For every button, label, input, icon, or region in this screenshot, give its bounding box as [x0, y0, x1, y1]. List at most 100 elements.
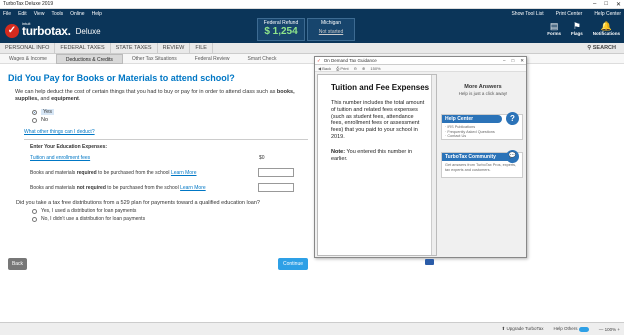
- menu-view[interactable]: View: [34, 11, 45, 17]
- help-center-card[interactable]: Help Center ? · IRS Publications · Frequ…: [441, 112, 523, 140]
- maximize-button[interactable]: □: [604, 1, 608, 8]
- tab-state-taxes[interactable]: STATE TAXES: [111, 42, 158, 54]
- tuition-row: Tuition and enrollment fees $0: [30, 152, 314, 165]
- tab-federal-taxes[interactable]: FEDERAL TAXES: [55, 42, 111, 54]
- minimize-button[interactable]: –: [593, 1, 596, 8]
- edition-name: Deluxe: [75, 27, 101, 36]
- radio-529-yes-button[interactable]: [32, 208, 37, 214]
- chat-bubble-icon: 💬: [506, 150, 519, 163]
- guidance-scrollbar[interactable]: [431, 75, 436, 255]
- learn-more-link-1[interactable]: Learn More: [171, 170, 197, 176]
- app-header: intuit ✓ turbotax. Deluxe Federal Refund…: [0, 18, 624, 43]
- show-tool-list-button[interactable]: Show Tool List: [511, 11, 543, 17]
- forms-icon: ▤: [549, 21, 559, 31]
- radio-529-no-button[interactable]: [32, 216, 37, 222]
- turbotax-logo: intuit ✓ turbotax. Deluxe: [5, 21, 101, 38]
- federal-refund-value: $ 1,254: [264, 26, 298, 37]
- printer-icon: ⎙: [336, 65, 340, 71]
- help-center-card-title: Help Center: [442, 115, 502, 123]
- tuition-value: $0: [259, 155, 265, 161]
- guidance-body: This number includes the total amount of…: [331, 100, 425, 140]
- radio-yes-label: Yes: [41, 109, 54, 115]
- guidance-note: Note: You entered this number in earlier…: [331, 148, 413, 162]
- community-card-text: Get answers from TurboTax Pros, experts,…: [445, 163, 517, 172]
- menu-tools[interactable]: Tools: [51, 11, 63, 17]
- books-not-required-label: Books and materials not required to be p…: [30, 185, 206, 191]
- tab-file[interactable]: FILE: [190, 42, 213, 54]
- guidance-title: On Demand Tax Guidance: [323, 58, 377, 63]
- back-button[interactable]: Back: [8, 258, 27, 270]
- guidance-toolbar: ◀ Back ⎙ Print ⊖ ⊕ 150%: [315, 65, 526, 72]
- forms-button[interactable]: ▤ Forms: [547, 21, 561, 36]
- menu-edit[interactable]: Edit: [18, 11, 27, 17]
- refund-meters: Federal Refund $ 1,254 Michigan Not star…: [257, 18, 355, 41]
- main-nav-tabs: PERSONAL INFO FEDERAL TAXES STATE TAXES …: [0, 42, 624, 54]
- guidance-back-button[interactable]: ◀ Back: [318, 66, 331, 71]
- intro-text: We can help deduct the cost of certain t…: [15, 89, 295, 102]
- tuition-link[interactable]: Tuition and enrollment fees: [30, 155, 90, 161]
- bell-icon: 🔔: [600, 21, 612, 31]
- radio-529-yes-label: Yes, I used a distribution for loan paym…: [41, 208, 137, 214]
- help-others-button[interactable]: Help Others: [554, 326, 589, 332]
- guidance-print-button[interactable]: ⎙ Print: [336, 66, 349, 71]
- subtab-deductions-credits[interactable]: Deductions & Credits: [55, 53, 123, 64]
- guidance-app-icon: ✓: [317, 57, 321, 63]
- books-required-label: Books and materials required to be purch…: [30, 170, 197, 176]
- guidance-title-bar: ✓ On Demand Tax Guidance – □ ✕: [315, 57, 526, 65]
- window-title-bar: TurboTax Deluxe 2019 – □ ✕: [0, 0, 624, 9]
- status-bar: ⬆ Upgrade TurboTax Help Others — 100% +: [0, 322, 624, 335]
- books-not-required-input[interactable]: [258, 183, 294, 192]
- zoom-in-icon[interactable]: ⊕: [362, 66, 365, 71]
- tab-personal-info[interactable]: PERSONAL INFO: [0, 42, 56, 54]
- tax-guidance-window: ✓ On Demand Tax Guidance – □ ✕ ◀ Back ⎙ …: [314, 56, 527, 265]
- divider: [24, 139, 308, 140]
- federal-refund-label: Federal Refund: [263, 20, 299, 26]
- flag-icon: ⚑: [572, 21, 581, 31]
- menu-file[interactable]: File: [3, 11, 11, 17]
- zoom-out-icon[interactable]: ⊖: [354, 66, 357, 71]
- radio-no-button[interactable]: [32, 117, 37, 123]
- help-center-menu-button[interactable]: Help Center: [594, 11, 621, 17]
- flags-button[interactable]: ⚑ Flags: [571, 21, 583, 36]
- continue-button[interactable]: Continue: [278, 258, 308, 270]
- search-button[interactable]: ⚲ SEARCH: [587, 45, 624, 51]
- subtab-smart-check[interactable]: Smart Check: [239, 54, 286, 64]
- guidance-heading: Tuition and Fee Expenses: [331, 83, 430, 92]
- subtab-federal-review[interactable]: Federal Review: [186, 54, 239, 64]
- question-icon: ?: [506, 112, 519, 125]
- subtab-other-tax-situations[interactable]: Other Tax Situations: [123, 54, 186, 64]
- books-required-input[interactable]: [258, 168, 294, 177]
- guidance-maximize-button[interactable]: □: [512, 58, 515, 63]
- learn-more-link-2[interactable]: Learn More: [180, 185, 206, 191]
- zoom-slider[interactable]: — 100% +: [599, 327, 620, 332]
- help-item-contact[interactable]: · Contact Us: [445, 134, 519, 139]
- upgrade-button[interactable]: ⬆ Upgrade TurboTax: [501, 326, 543, 332]
- guidance-nav-button[interactable]: [425, 259, 434, 265]
- state-refund-value: Not started: [318, 29, 344, 35]
- interview-content: Did You Pay for Books or Materials to at…: [0, 64, 624, 228]
- books-required-row: Books and materials required to be purch…: [30, 167, 314, 180]
- print-center-button[interactable]: Print Center: [556, 11, 583, 17]
- more-answers-panel: More Answers Help is just a click away! …: [441, 74, 525, 256]
- subtab-wages-income[interactable]: Wages & Income: [0, 54, 56, 64]
- community-card[interactable]: TurboTax Community 💬 Get answers from Tu…: [441, 150, 523, 178]
- state-refund-label: Michigan: [320, 20, 341, 26]
- menu-bar: File Edit View Tools Online Help Show To…: [0, 9, 624, 18]
- guidance-close-button[interactable]: ✕: [520, 58, 524, 64]
- radio-no-label: No: [41, 117, 49, 123]
- radio-yes-button[interactable]: [32, 109, 37, 115]
- checkmark-logo-icon: ✓: [5, 23, 19, 38]
- tab-review[interactable]: REVIEW: [158, 42, 191, 54]
- close-button[interactable]: ✕: [616, 1, 621, 8]
- sub-tabs: Wages & Income Deductions & Credits Othe…: [0, 53, 624, 64]
- state-refund-box[interactable]: Michigan Not started: [307, 18, 355, 41]
- intuit-label: intuit: [22, 21, 31, 26]
- zoom-level: 100%: [604, 326, 617, 332]
- menu-online[interactable]: Online: [70, 11, 84, 17]
- more-answers-title: More Answers: [464, 84, 502, 90]
- menu-help[interactable]: Help: [92, 11, 102, 17]
- notifications-button[interactable]: 🔔 Notifications: [593, 21, 620, 36]
- federal-refund-box[interactable]: Federal Refund $ 1,254: [257, 18, 305, 41]
- more-answers-subtitle: Help is just a click away!: [458, 91, 508, 96]
- guidance-minimize-button[interactable]: –: [503, 58, 506, 63]
